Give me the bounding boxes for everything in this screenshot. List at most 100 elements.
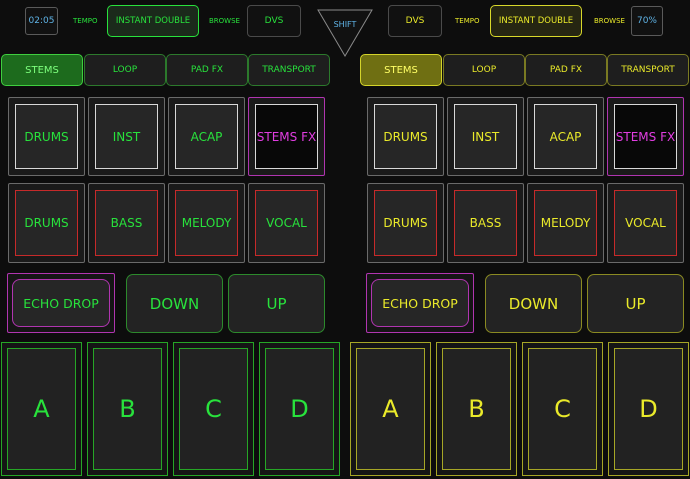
left-pad-drums-stem-label: DRUMS	[24, 129, 69, 144]
left-pad-drums-stem-face: DRUMS	[15, 104, 78, 169]
left-dvs-button[interactable]: DVS	[247, 5, 301, 37]
left-hotcue-b-face: B	[93, 348, 162, 470]
right-pad-inst-face: INST	[454, 104, 517, 169]
right-hotcue-a[interactable]: A	[350, 342, 431, 476]
left-tab-transport[interactable]: TRANSPORT	[248, 54, 330, 86]
left-pad-acap-label: ACAP	[190, 129, 223, 144]
right-hotcue-d-label: D	[639, 395, 658, 423]
left-pad-melody-face: MELODY	[175, 190, 238, 256]
right-tab-padfx-label: PAD FX	[549, 65, 583, 75]
right-tab-loop-label: LOOP	[471, 65, 497, 75]
shift-triangle-icon	[317, 9, 373, 57]
right-hotcue-b-label: B	[468, 395, 485, 423]
right-echo-drop-button[interactable]: ECHO DROP	[371, 279, 469, 327]
left-pad-stems-fx-face: STEMS FX	[255, 104, 318, 169]
shift-label: SHIFT	[333, 20, 357, 29]
right-pad-bass-face: BASS	[454, 190, 517, 256]
left-tab-padfx[interactable]: PAD FX	[166, 54, 248, 86]
right-dvs-label: DVS	[405, 16, 425, 26]
left-hotcue-a-face: A	[7, 348, 76, 470]
left-up-button[interactable]: UP	[228, 274, 325, 333]
right-hotcue-a-label: A	[382, 395, 399, 423]
left-hotcue-a[interactable]: A	[1, 342, 82, 476]
right-tab-stems[interactable]: STEMS	[360, 54, 442, 86]
left-hotcue-d-label: D	[290, 395, 309, 423]
left-pad-bass-face: BASS	[95, 190, 158, 256]
right-hotcue-b[interactable]: B	[436, 342, 517, 476]
right-pad-drums-label: DRUMS	[383, 216, 428, 230]
left-pad-vocal-face: VOCAL	[255, 190, 318, 256]
left-pad-acap[interactable]: ACAP	[168, 97, 245, 176]
right-pad-acap[interactable]: ACAP	[527, 97, 604, 176]
left-pad-bass[interactable]: BASS	[88, 183, 165, 263]
right-pad-drums[interactable]: DRUMS	[367, 183, 444, 263]
right-hotcue-d[interactable]: D	[608, 342, 689, 476]
right-tab-transport-label: TRANSPORT	[621, 65, 675, 75]
right-browse-label: BROWSE	[594, 17, 625, 25]
left-time-text: 02:05	[28, 16, 55, 26]
left-hotcue-c-label: C	[205, 395, 222, 423]
right-tab-padfx[interactable]: PAD FX	[525, 54, 607, 86]
right-tempo-label: TEMPO	[455, 17, 480, 25]
right-pad-melody[interactable]: MELODY	[527, 183, 604, 263]
right-pad-stems-fx-label: STEMS FX	[615, 129, 676, 144]
left-tab-loop-label: LOOP	[112, 65, 138, 75]
right-pad-stems-fx[interactable]: STEMS FX	[607, 97, 684, 176]
right-pad-vocal-face: VOCAL	[614, 190, 677, 256]
right-pad-acap-face: ACAP	[534, 104, 597, 169]
left-pad-drums[interactable]: DRUMS	[8, 183, 85, 263]
left-pad-drums-stem[interactable]: DRUMS	[8, 97, 85, 176]
right-dvs-button[interactable]: DVS	[388, 5, 442, 37]
left-browse-label: BROWSE	[209, 17, 240, 25]
left-pad-stems-fx[interactable]: STEMS FX	[248, 97, 325, 176]
right-percent-display: 70%	[631, 6, 663, 36]
right-pad-inst[interactable]: INST	[447, 97, 524, 176]
left-pad-acap-face: ACAP	[175, 104, 238, 169]
left-pad-vocal-label: VOCAL	[266, 216, 307, 230]
right-down-button[interactable]: DOWN	[485, 274, 582, 333]
left-hotcue-b[interactable]: B	[87, 342, 168, 476]
left-dvs-label: DVS	[264, 16, 284, 26]
left-down-button[interactable]: DOWN	[126, 274, 223, 333]
right-mode-button[interactable]: INSTANT DOUBLE	[490, 5, 582, 37]
right-pad-stems-fx-face: STEMS FX	[614, 104, 677, 169]
left-up-label: UP	[266, 294, 287, 313]
right-pad-drums-face: DRUMS	[374, 190, 437, 256]
right-up-button[interactable]: UP	[587, 274, 684, 333]
left-hotcue-c-face: C	[179, 348, 248, 470]
left-pad-bass-label: BASS	[110, 216, 143, 230]
right-pad-melody-label: MELODY	[540, 216, 591, 230]
left-tab-stems-label: STEMS	[25, 64, 59, 76]
right-pad-acap-label: ACAP	[549, 129, 582, 144]
left-mode-button[interactable]: INSTANT DOUBLE	[107, 5, 199, 37]
right-pad-vocal[interactable]: VOCAL	[607, 183, 684, 263]
right-tab-loop[interactable]: LOOP	[443, 54, 525, 86]
left-pad-drums-face: DRUMS	[15, 190, 78, 256]
right-pad-bass[interactable]: BASS	[447, 183, 524, 263]
right-tab-stems-label: STEMS	[384, 64, 418, 76]
left-pad-vocal[interactable]: VOCAL	[248, 183, 325, 263]
right-hotcue-d-face: D	[614, 348, 683, 470]
left-echo-drop-label: ECHO DROP	[23, 295, 99, 311]
left-hotcue-d-face: D	[265, 348, 334, 470]
right-percent-text: 70%	[636, 16, 657, 26]
left-pad-inst[interactable]: INST	[88, 97, 165, 176]
left-hotcue-b-label: B	[119, 395, 136, 423]
left-hotcue-c[interactable]: C	[173, 342, 254, 476]
right-tab-transport[interactable]: TRANSPORT	[607, 54, 689, 86]
right-up-label: UP	[625, 294, 646, 313]
right-hotcue-c[interactable]: C	[522, 342, 603, 476]
left-hotcue-d[interactable]: D	[259, 342, 340, 476]
left-pad-drums-label: DRUMS	[24, 216, 69, 230]
right-hotcue-b-face: B	[442, 348, 511, 470]
left-echo-drop-button[interactable]: ECHO DROP	[12, 279, 110, 327]
left-hotcue-a-label: A	[33, 395, 50, 423]
left-tab-padfx-label: PAD FX	[190, 65, 224, 75]
left-pad-stems-fx-label: STEMS FX	[256, 129, 317, 144]
right-pad-drums-stem[interactable]: DRUMS	[367, 97, 444, 176]
left-tab-loop[interactable]: LOOP	[84, 54, 166, 86]
left-pad-melody[interactable]: MELODY	[168, 183, 245, 263]
left-down-label: DOWN	[149, 294, 200, 313]
left-tab-stems[interactable]: STEMS	[1, 54, 83, 86]
shift-button[interactable]: SHIFT	[317, 9, 373, 57]
